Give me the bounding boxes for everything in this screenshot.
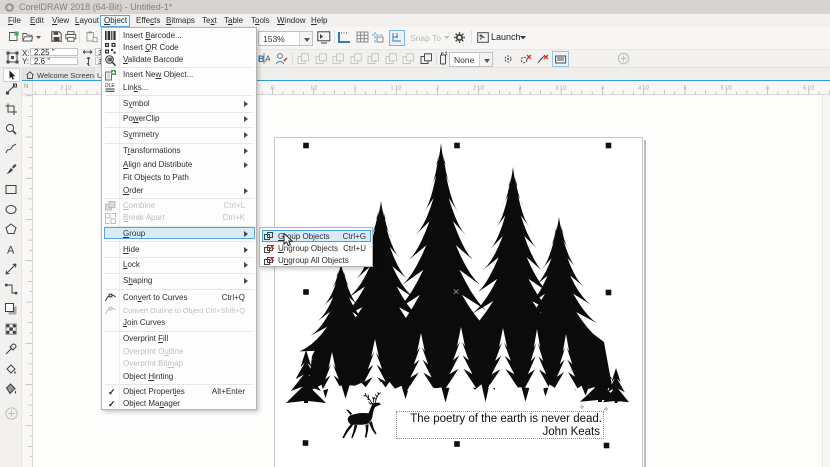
svg-text:OLE: OLE	[105, 83, 115, 89]
